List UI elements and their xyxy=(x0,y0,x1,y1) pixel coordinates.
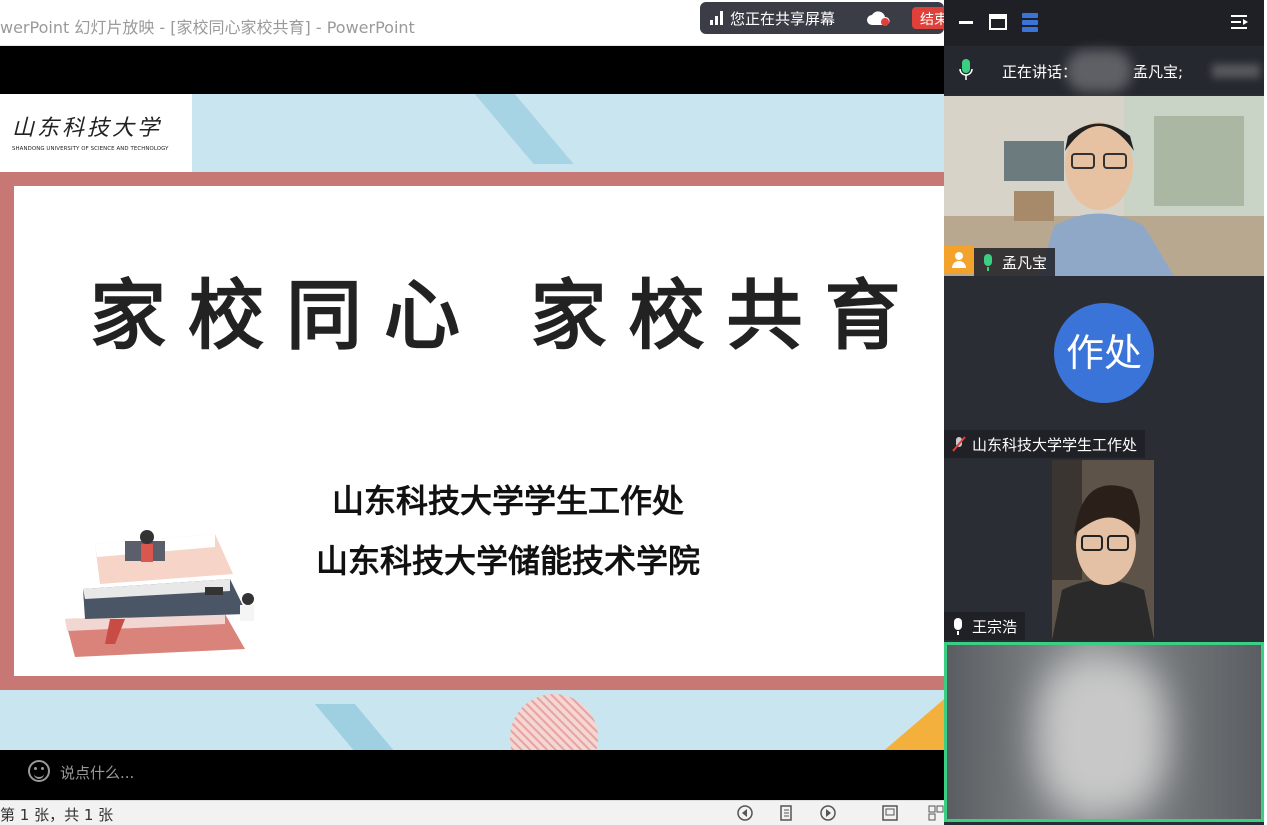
books-illustration xyxy=(65,530,254,657)
participant-name: 王宗浩 xyxy=(972,618,1018,636)
emoji-icon[interactable] xyxy=(28,760,50,782)
logo-text-cn: 山东科技大学 xyxy=(12,116,163,141)
university-logo: 山东科技大学 SHANDONG UNIVERSITY OF SCIENCE AN… xyxy=(0,94,192,172)
screen-share-banner[interactable]: 您正在共享屏幕 结束 xyxy=(700,2,952,34)
host-badge xyxy=(944,246,974,274)
participant-tile[interactable]: 王宗浩 xyxy=(944,460,1264,640)
next-slide-icon[interactable] xyxy=(820,805,836,821)
screen: werPoint 幻灯片放映 - [家校同心家校共育] - PowerPoint… xyxy=(0,0,1267,825)
minimize-icon[interactable] xyxy=(956,12,976,32)
logo-text-en: SHANDONG UNIVERSITY OF SCIENCE AND TECHN… xyxy=(12,146,169,152)
ppt-status-bar xyxy=(0,800,944,825)
mic-icon xyxy=(959,59,973,80)
video-feed xyxy=(1052,460,1154,640)
participant-name: 山东科技大学学生工作处 xyxy=(972,436,1138,454)
decor-circle xyxy=(510,694,598,750)
normal-view-icon[interactable] xyxy=(882,805,898,821)
list-layout-icon[interactable] xyxy=(1020,12,1040,32)
person-icon xyxy=(952,252,966,268)
cloud-icon[interactable] xyxy=(866,10,892,26)
decor-stripe xyxy=(466,94,574,164)
redacted-blur xyxy=(1212,64,1260,78)
slide-counter: 第 1 张，共 1 张 xyxy=(0,806,114,824)
slide-title: 家校同心 家校共育 xyxy=(90,271,923,360)
mic-icon xyxy=(984,254,992,271)
slide-letterbox-top xyxy=(0,46,944,94)
redacted-blur xyxy=(1066,50,1132,92)
previous-slide-icon[interactable] xyxy=(737,805,753,821)
participant-tile-active[interactable] xyxy=(944,642,1264,822)
participant-tile[interactable]: 作处 山东科技大学学生工作处 xyxy=(944,278,1264,458)
share-status-label: 您正在共享屏幕 xyxy=(730,10,836,28)
decor-triangle xyxy=(880,694,944,750)
signal-icon xyxy=(710,11,726,25)
participant-name-tag: 王宗浩 xyxy=(944,612,1026,640)
window-title: werPoint 幻灯片放映 - [家校同心家校共育] - PowerPoint xyxy=(0,18,415,37)
mic-muted-icon xyxy=(952,436,966,452)
slide-org-line-1: 山东科技大学学生工作处 xyxy=(331,482,684,520)
chat-input[interactable]: 说点什么... xyxy=(60,762,134,783)
decor-stripe xyxy=(314,704,406,750)
avatar: 作处 xyxy=(1054,303,1154,403)
redacted-blur xyxy=(1037,655,1167,815)
participant-name-tag: 孟凡宝 xyxy=(974,248,1056,276)
slide-menu-icon[interactable] xyxy=(778,805,794,821)
participant-tile[interactable]: 孟凡宝 xyxy=(944,96,1264,276)
chat-bar xyxy=(0,750,944,800)
slide: 山东科技大学 SHANDONG UNIVERSITY OF SCIENCE AN… xyxy=(0,94,944,750)
maximize-icon[interactable] xyxy=(988,12,1008,32)
mic-icon xyxy=(954,618,962,635)
participant-name-tag: 山东科技大学学生工作处 xyxy=(944,430,1146,458)
participant-name: 孟凡宝 xyxy=(1002,254,1048,272)
sorter-view-icon[interactable] xyxy=(928,805,944,821)
collapse-panel-icon[interactable] xyxy=(1229,12,1249,32)
